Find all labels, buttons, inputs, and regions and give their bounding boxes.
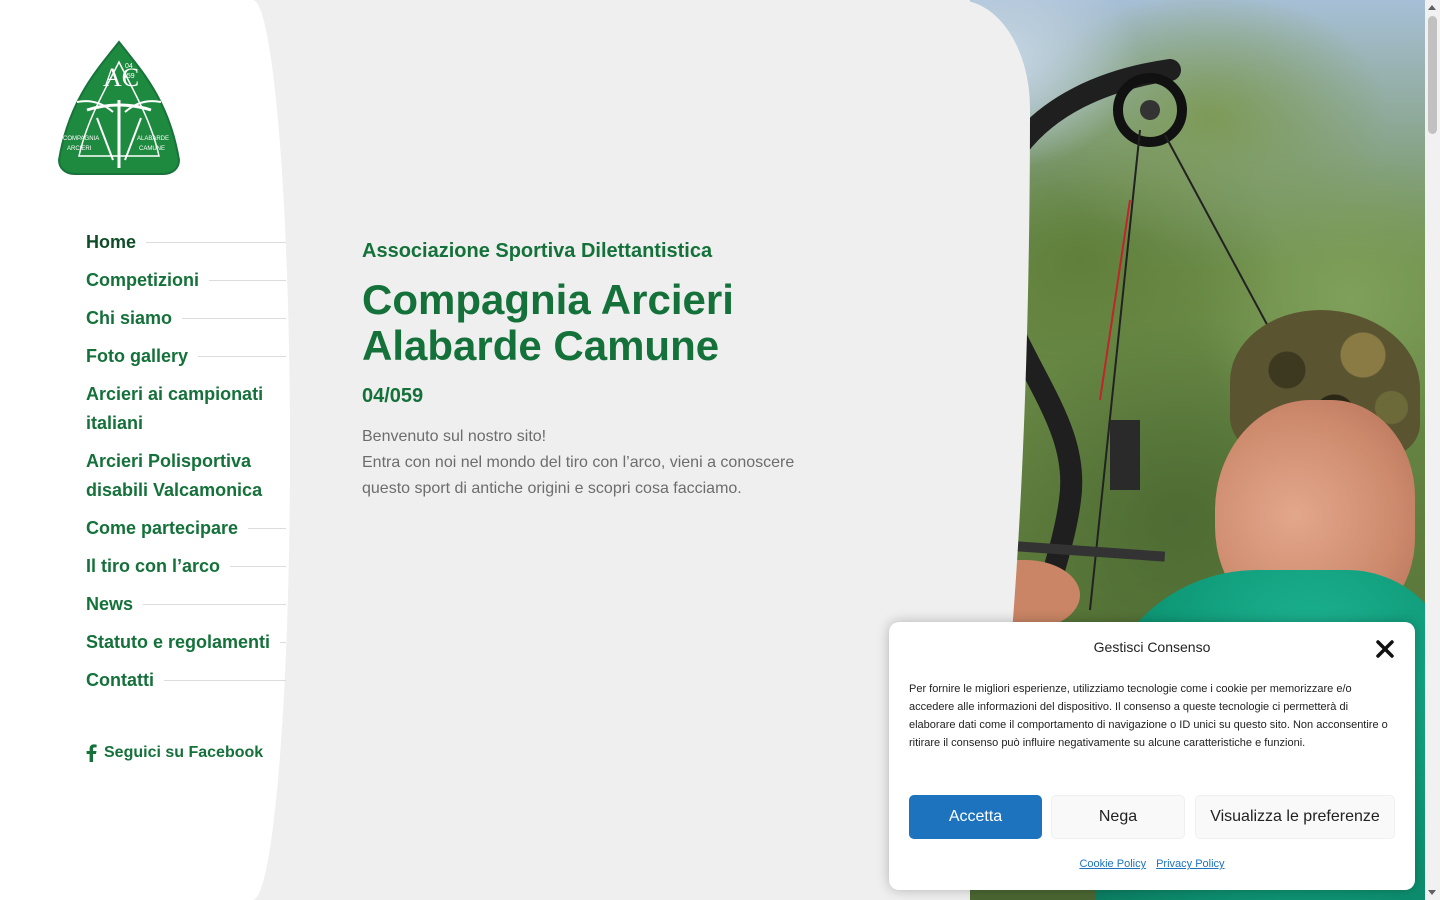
logo-text-left: COMPAGNIA [63, 136, 99, 142]
nav-item-polisportiva[interactable]: Arcieri Polisportiva disabili Valcamonic… [86, 447, 286, 505]
page-scrollbar[interactable] [1425, 0, 1440, 900]
welcome-text: Benvenuto sul nostro sito! Entra con noi … [362, 424, 842, 502]
facebook-link[interactable]: Seguici su Facebook [86, 744, 263, 762]
cookie-title: Gestisci Consenso [1093, 639, 1211, 655]
nav-item-tiro-con-arco[interactable]: Il tiro con l’arco [86, 552, 286, 581]
nav-item-label: Statuto e regolamenti [86, 632, 271, 652]
nav-item-label: Arcieri ai campionati italiani [86, 384, 264, 433]
nav-item-home[interactable]: Home [86, 228, 286, 257]
scroll-down-arrow-icon[interactable] [1428, 890, 1436, 895]
nav-item-contatti[interactable]: Contatti [86, 666, 286, 695]
logo-text-right: ALABARDE [137, 136, 169, 142]
nav-item-foto-gallery[interactable]: Foto gallery [86, 342, 286, 371]
nav-item-label: Competizioni [86, 270, 199, 290]
nav-item-label: Contatti [86, 670, 154, 690]
page-title-line1: Compagnia Arcieri [362, 276, 734, 323]
page-title: Compagnia Arcieri Alabarde Camune [362, 277, 842, 369]
nav-divider [209, 280, 286, 281]
nav-item-label: Chi siamo [86, 308, 173, 328]
nav-divider [182, 318, 286, 319]
nav-item-news[interactable]: News [86, 590, 286, 619]
page-title-line2: Alabarde Camune [362, 322, 720, 369]
cookie-text: Per fornire le migliori esperienze, util… [909, 683, 1388, 749]
nav-item-campionati[interactable]: Arcieri ai campionati italiani [86, 380, 286, 438]
hero-content: Associazione Sportiva Dilettantistica Co… [362, 240, 842, 502]
nav-divider [198, 356, 286, 357]
welcome-line1: Benvenuto sul nostro sito! [362, 428, 547, 445]
close-icon[interactable] [1374, 638, 1396, 660]
scroll-thumb[interactable] [1428, 16, 1437, 134]
association-code: 04/059 [362, 385, 424, 407]
logo-text-left-2: ARCIERI [67, 146, 92, 152]
deny-button[interactable]: Nega [1051, 795, 1185, 839]
facebook-label: Seguici su Facebook [104, 744, 264, 761]
nav-divider [280, 642, 286, 643]
welcome-line2: Entra con noi nel mondo del tiro con l’a… [362, 454, 795, 497]
cookie-links: Cookie Policy Privacy Policy [889, 858, 1415, 870]
nav-item-label: Arcieri Polisportiva disabili Valcamonic… [86, 451, 263, 500]
nav-divider [248, 528, 286, 529]
cookie-consent-dialog: Gestisci Consenso Per fornire le miglior… [889, 622, 1415, 890]
main-nav: Home Competizioni Chi siamo Foto gallery… [86, 228, 286, 704]
nav-item-label: Foto gallery [86, 346, 189, 366]
logo-number-top: 04 [125, 63, 133, 70]
hero-subtitle: Associazione Sportiva Dilettantistica [362, 240, 713, 262]
nav-item-come-partecipare[interactable]: Come partecipare [86, 514, 286, 543]
nav-item-label: Home [86, 232, 137, 252]
nav-divider [146, 242, 286, 243]
accept-button[interactable]: Accetta [909, 795, 1042, 839]
site-logo[interactable]: AC 04 059 COMPAGNIA ARCIERI ALABARDE CAM… [57, 40, 181, 178]
facebook-icon [86, 744, 97, 762]
logo-number-bottom: 059 [123, 73, 135, 80]
nav-item-competizioni[interactable]: Competizioni [86, 266, 286, 295]
cookie-policy-link[interactable]: Cookie Policy [1079, 858, 1146, 870]
nav-item-label: Il tiro con l’arco [86, 556, 221, 576]
nav-item-statuto[interactable]: Statuto e regolamenti [86, 628, 286, 657]
nav-divider [143, 604, 286, 605]
nav-divider [230, 566, 286, 567]
nav-item-chi-siamo[interactable]: Chi siamo [86, 304, 286, 333]
scroll-up-arrow-icon[interactable] [1428, 5, 1436, 10]
nav-item-label: Come partecipare [86, 518, 239, 538]
nav-item-label: News [86, 594, 134, 614]
sidebar: AC 04 059 COMPAGNIA ARCIERI ALABARDE CAM… [0, 0, 290, 900]
logo-text-right-2: CAMUNE [139, 146, 165, 152]
privacy-policy-link[interactable]: Privacy Policy [1156, 858, 1224, 870]
nav-divider [163, 680, 286, 681]
view-preferences-button[interactable]: Visualizza le preferenze [1195, 795, 1395, 839]
